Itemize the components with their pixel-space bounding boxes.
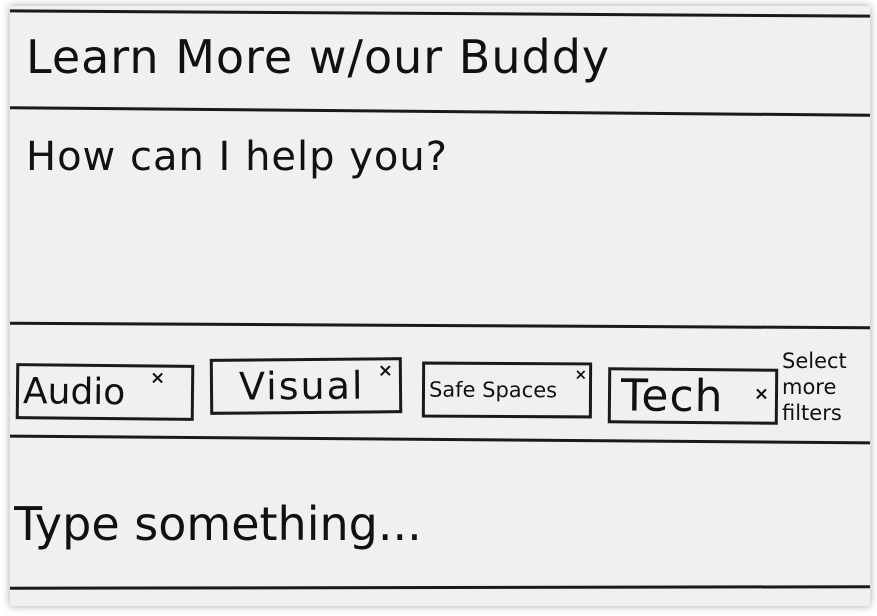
select-more-filters-link[interactable]: Select more filters <box>782 348 866 426</box>
bottom-divider <box>10 585 870 590</box>
close-icon[interactable]: × <box>754 384 769 405</box>
top-divider <box>10 9 870 18</box>
filter-chip-label: Safe Spaces <box>428 377 558 403</box>
close-icon[interactable]: × <box>574 365 587 383</box>
page-title: Learn More w/our Buddy <box>26 30 611 84</box>
filters-divider <box>10 434 870 445</box>
filter-chip-safe-spaces[interactable]: Safe Spaces × <box>421 361 593 419</box>
close-icon[interactable]: × <box>150 367 165 388</box>
filter-chip-visual[interactable]: Visual × <box>209 357 403 415</box>
message-input[interactable] <box>10 484 870 564</box>
filter-chip-audio[interactable]: Audio × <box>15 363 195 421</box>
filter-chip-tech[interactable]: Tech × <box>607 367 779 425</box>
header-divider <box>10 106 870 117</box>
assistant-message: How can I help you? <box>26 134 448 180</box>
close-icon[interactable]: × <box>378 360 393 381</box>
filter-chip-label: Tech <box>620 369 724 422</box>
chatbot-sketch-panel: Learn More w/our Buddy How can I help yo… <box>10 6 870 606</box>
messages-divider <box>10 321 870 330</box>
filter-chip-label: Audio <box>22 370 126 413</box>
filter-chip-label: Visual <box>238 363 365 409</box>
